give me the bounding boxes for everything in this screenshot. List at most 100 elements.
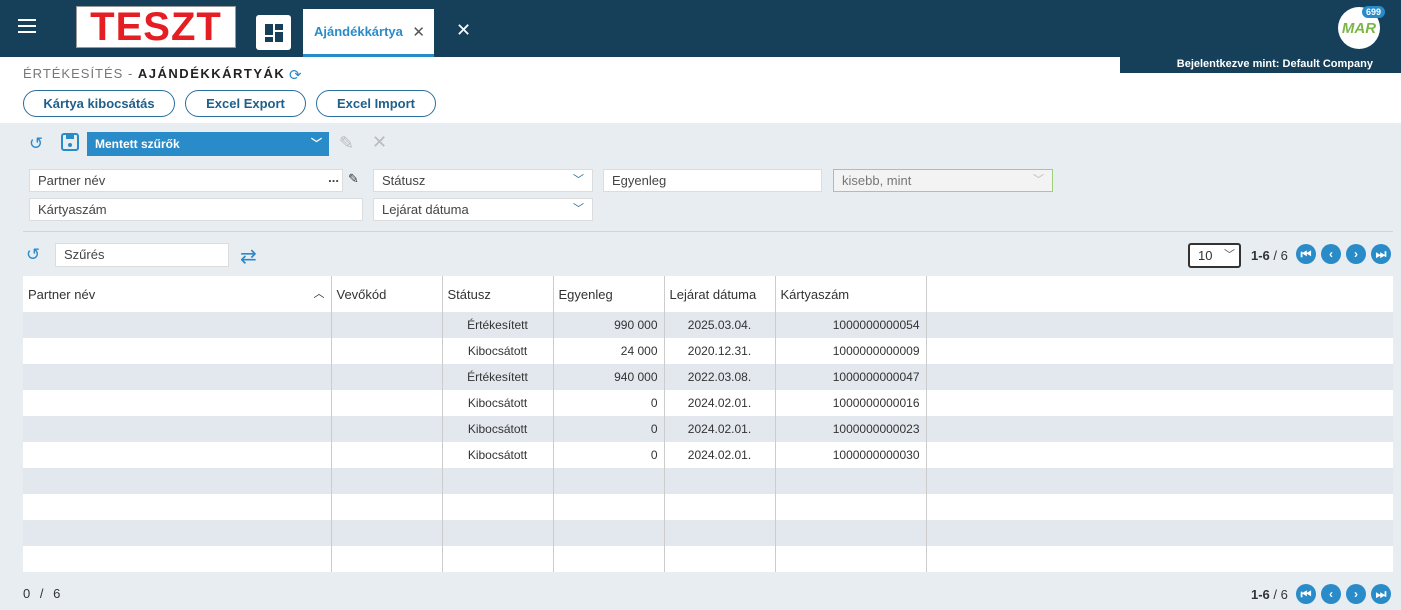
table-cell: 24 000 bbox=[553, 338, 665, 364]
balance-field[interactable]: Egyenleg bbox=[603, 169, 822, 192]
table-cell: 2024.02.01. bbox=[664, 442, 776, 468]
refresh-icon[interactable]: ⟳ bbox=[289, 66, 302, 84]
table-row[interactable]: Értékesített 940 000 2022.03.08. 1000000000… bbox=[23, 364, 1393, 390]
menu-icon[interactable] bbox=[18, 19, 36, 33]
page-size-select[interactable]: 10 ﹀ bbox=[1188, 243, 1241, 268]
balance-operator-select[interactable]: kisebb, mint ﹀ bbox=[833, 169, 1053, 192]
page-range: 1-6 bbox=[1251, 248, 1270, 263]
column-header-partner[interactable]: Partner név ︿ bbox=[23, 276, 332, 312]
prev-page-icon[interactable]: ‹ bbox=[1321, 244, 1341, 264]
table-cell: 1000000000030 bbox=[775, 442, 927, 468]
page-total: / 6 bbox=[1269, 248, 1288, 263]
table-cell bbox=[664, 468, 776, 494]
expiry-date-select[interactable]: Lejárat dátuma ﹀ bbox=[373, 198, 593, 221]
page-total: / 6 bbox=[1269, 587, 1288, 602]
partner-name-field[interactable]: Partner név... bbox=[29, 169, 343, 192]
table-cell bbox=[926, 442, 1393, 468]
table-cell bbox=[331, 494, 443, 520]
column-header-balance[interactable]: Egyenleg bbox=[553, 276, 665, 312]
table-cell: 1000000000023 bbox=[775, 416, 927, 442]
table-row[interactable]: Értékesített 990 000 2025.03.04. 1000000000… bbox=[23, 312, 1393, 338]
table-cell bbox=[331, 390, 443, 416]
table-cell bbox=[23, 546, 332, 572]
column-header-filler bbox=[926, 276, 1393, 312]
page-title: AJÁNDÉKKÁRTYÁK bbox=[137, 66, 286, 81]
table-cell bbox=[23, 364, 332, 390]
table-cell bbox=[331, 312, 443, 338]
column-header-expiry[interactable]: Lejárat dátuma bbox=[664, 276, 776, 312]
tab-close-icon[interactable]: ✕ bbox=[412, 23, 425, 41]
first-page-icon[interactable]: ⏮ bbox=[1296, 584, 1316, 604]
table-row[interactable] bbox=[23, 546, 1393, 572]
grid-search-input[interactable]: Szűrés bbox=[55, 243, 229, 267]
login-info: Bejelentkezve mint: Default Company bbox=[1120, 57, 1401, 73]
column-header-status[interactable]: Státusz bbox=[442, 276, 554, 312]
table-cell bbox=[926, 546, 1393, 572]
table-row[interactable]: Kibocsátott 0 2024.02.01. 1000000000023 bbox=[23, 416, 1393, 442]
dashboard-button[interactable] bbox=[256, 15, 291, 50]
dashboard-icon bbox=[264, 23, 283, 42]
table-cell bbox=[442, 520, 554, 546]
delete-filter-icon[interactable]: ✕ bbox=[372, 132, 387, 153]
last-page-icon[interactable]: ⏭ bbox=[1371, 584, 1391, 604]
selection-count: 0 / 6 bbox=[23, 586, 61, 601]
excel-import-button[interactable]: Excel Import bbox=[316, 90, 436, 117]
table-cell: 1000000000009 bbox=[775, 338, 927, 364]
avatar-logo-text: MAR bbox=[1341, 19, 1377, 37]
save-filter-icon[interactable] bbox=[61, 133, 79, 156]
column-label: Partner név bbox=[28, 286, 96, 302]
swap-icon[interactable]: ⇄ bbox=[240, 244, 257, 269]
sort-asc-icon[interactable]: ︿ bbox=[314, 285, 325, 301]
chevron-down-icon: ﹀ bbox=[573, 174, 584, 186]
table-cell: Értékesített bbox=[442, 312, 554, 338]
table-row[interactable] bbox=[23, 520, 1393, 546]
table-cell bbox=[926, 520, 1393, 546]
card-number-field[interactable]: Kártyaszám bbox=[29, 198, 363, 221]
page-info-top: 1-6 / 6 bbox=[1251, 248, 1288, 263]
table-row[interactable]: Kibocsátott 0 2024.02.01. 1000000000016 bbox=[23, 390, 1393, 416]
partner-lookup-icon[interactable]: ... bbox=[328, 167, 339, 188]
table-cell bbox=[23, 312, 332, 338]
expiry-date-label: Lejárat dátuma bbox=[382, 202, 469, 217]
table-cell bbox=[775, 546, 927, 572]
table-cell: Kibocsátott bbox=[442, 338, 554, 364]
table-row[interactable] bbox=[23, 468, 1393, 494]
card-number-label: Kártyaszám bbox=[38, 202, 107, 217]
table-cell bbox=[331, 468, 443, 494]
table-cell bbox=[331, 520, 443, 546]
first-page-icon[interactable]: ⏮ bbox=[1296, 244, 1316, 264]
last-page-icon[interactable]: ⏭ bbox=[1371, 244, 1391, 264]
table-cell: Kibocsátott bbox=[442, 442, 554, 468]
table-row[interactable]: Kibocsátott 0 2024.02.01. 1000000000030 bbox=[23, 442, 1393, 468]
table-cell bbox=[442, 468, 554, 494]
table-row[interactable] bbox=[23, 494, 1393, 520]
table-cell bbox=[926, 468, 1393, 494]
edit-filter-icon[interactable]: ✎ bbox=[339, 133, 354, 154]
reset-filters-icon[interactable]: ↺ bbox=[29, 134, 43, 154]
excel-export-button[interactable]: Excel Export bbox=[185, 90, 306, 117]
prev-page-icon[interactable]: ‹ bbox=[1321, 584, 1341, 604]
breadcrumb-section: ÉRTÉKESÍTÉS - bbox=[23, 66, 138, 81]
table-cell: Értékesített bbox=[442, 364, 554, 390]
tab-ajandekkartya[interactable]: Ajándékkártya ✕ bbox=[303, 9, 434, 57]
table-row[interactable]: Kibocsátott 24 000 2020.12.31. 100000000000… bbox=[23, 338, 1393, 364]
status-select[interactable]: Státusz ﹀ bbox=[373, 169, 593, 192]
edit-icon[interactable]: ✎ bbox=[348, 171, 359, 187]
next-page-icon[interactable]: › bbox=[1346, 584, 1366, 604]
table-cell bbox=[23, 494, 332, 520]
table-cell bbox=[664, 494, 776, 520]
next-page-icon[interactable]: › bbox=[1346, 244, 1366, 264]
table-cell bbox=[442, 546, 554, 572]
column-header-card-number[interactable]: Kártyaszám bbox=[775, 276, 927, 312]
page-size-value: 10 bbox=[1198, 248, 1213, 263]
reset-grid-icon[interactable]: ↺ bbox=[26, 245, 40, 265]
status-label: Státusz bbox=[382, 173, 426, 188]
chevron-down-icon: ﹀ bbox=[1224, 249, 1235, 261]
column-header-customer-code[interactable]: Vevőkód bbox=[331, 276, 443, 312]
saved-filters-select[interactable]: Mentett szűrők ﹀ bbox=[87, 132, 329, 156]
issue-card-button[interactable]: Kártya kibocsátás bbox=[23, 90, 175, 117]
table-cell: 2024.02.01. bbox=[664, 390, 776, 416]
close-all-tabs-icon[interactable]: ✕ bbox=[456, 20, 471, 40]
partner-name-label: Partner név bbox=[38, 173, 106, 188]
table-cell bbox=[331, 416, 443, 442]
